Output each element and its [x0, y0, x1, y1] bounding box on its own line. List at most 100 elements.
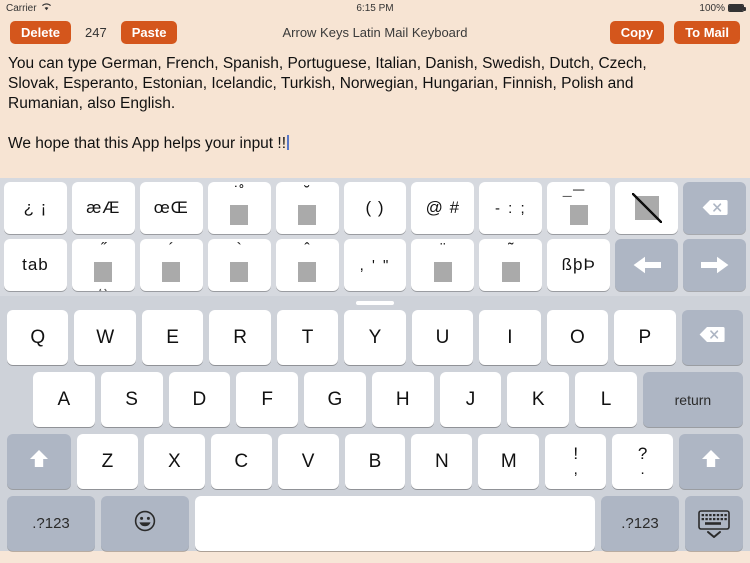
- accent-row-1: ¿ ¡ æÆ œŒ ˙˚ ˘ ( ) @ # - : ; ¯ ¯: [4, 182, 746, 234]
- system-keyboard: Q W E R T Y U I O P A S D F G H J K Lreturn Z X C V B N M!,?. .…: [0, 296, 750, 551]
- key-diaeresis[interactable]: ¨: [411, 239, 475, 291]
- key-backspace[interactable]: [683, 182, 746, 234]
- key-q[interactable]: Q: [7, 310, 69, 365]
- key-c[interactable]: C: [210, 434, 272, 489]
- key-top-label: ?: [637, 444, 648, 463]
- key-macron-glyph: ¯ ¯: [563, 188, 594, 225]
- key-numbers-left[interactable]: .?123: [7, 496, 95, 551]
- key-p[interactable]: P: [614, 310, 676, 365]
- to-mail-button[interactable]: To Mail: [674, 20, 740, 44]
- key-w[interactable]: W: [74, 310, 136, 365]
- key-y[interactable]: Y: [344, 310, 406, 365]
- carrier-label: Carrier: [6, 2, 37, 14]
- keyboard-drag-handle[interactable]: [0, 296, 750, 310]
- key-macron[interactable]: ¯ ¯: [547, 182, 611, 234]
- key-return[interactable]: return: [642, 372, 743, 427]
- battery-full-icon: [728, 4, 746, 12]
- key-at-hash-label: @ #: [425, 198, 461, 217]
- key-v[interactable]: V: [277, 434, 339, 489]
- key-emoji[interactable]: [101, 496, 189, 551]
- key-m[interactable]: M: [478, 434, 540, 489]
- key-bottom-label: .: [640, 461, 645, 478]
- text-input-area[interactable]: You can type German, French, Spanish, Po…: [0, 48, 750, 178]
- app-root: Carrier 6:15 PM 100% Delete 247 Paste Ar…: [0, 0, 750, 563]
- key-f[interactable]: F: [236, 372, 299, 427]
- key-shift-left[interactable]: [7, 434, 71, 489]
- key-shift-right[interactable]: [679, 434, 744, 489]
- key-ring-above-dot[interactable]: ˙˚: [207, 182, 271, 234]
- paste-button[interactable]: Paste: [120, 20, 178, 44]
- toolbar-right-group: Copy To Mail: [609, 20, 740, 44]
- key-g[interactable]: G: [304, 372, 366, 427]
- key-acute[interactable]: ´: [139, 239, 203, 291]
- key-numbers-right[interactable]: .?123: [601, 496, 679, 551]
- key-oe-ligature[interactable]: œŒ: [139, 182, 203, 234]
- key-n[interactable]: N: [411, 434, 473, 489]
- arrow-right-icon: [700, 256, 729, 274]
- key-exclamation-comma[interactable]: !,: [545, 434, 607, 489]
- key-i-label: I: [507, 326, 513, 348]
- key-ring-above-dot-glyph: ˙˚: [224, 185, 254, 225]
- key-comma-apostrophe-quote-label: , ' ": [359, 256, 391, 274]
- key-ae-ligature[interactable]: æÆ: [71, 182, 135, 234]
- key-h[interactable]: H: [371, 372, 434, 427]
- key-space[interactable]: [195, 496, 595, 551]
- key-tilde[interactable]: ˜: [479, 239, 543, 291]
- key-t[interactable]: T: [276, 310, 339, 365]
- key-stroke-slash[interactable]: [615, 182, 679, 234]
- key-question-period[interactable]: ?.: [612, 434, 674, 489]
- key-dash-colon-semicolon-label: - : ;: [494, 199, 527, 217]
- diacritic-mark: ¯: [573, 188, 585, 210]
- key-e-label: E: [166, 326, 179, 348]
- key-k[interactable]: K: [507, 372, 570, 427]
- backspace-icon: [699, 326, 725, 349]
- text-line-4-wrap: We hope that this App helps your input !…: [8, 134, 742, 154]
- key-eszett-thorn[interactable]: ßþÞ: [547, 239, 611, 291]
- key-breve[interactable]: ˘: [275, 182, 339, 234]
- key-l[interactable]: L: [575, 372, 637, 427]
- key-inverted-punctuation[interactable]: ¿ ¡: [4, 182, 67, 234]
- key-parentheses[interactable]: ( ): [343, 182, 407, 234]
- key-circumflex[interactable]: ˆ: [275, 239, 339, 291]
- key-tab-label: tab: [22, 255, 49, 274]
- key-x[interactable]: X: [143, 434, 205, 489]
- key-s[interactable]: S: [100, 372, 163, 427]
- placeholder-box: [433, 262, 452, 282]
- key-double-acute-ogonek-glyph: ˝ ˛¸: [88, 242, 118, 291]
- key-z[interactable]: Z: [77, 434, 138, 489]
- key-grave[interactable]: `: [207, 239, 271, 291]
- key-top-label: !: [573, 444, 579, 463]
- key-l-label: L: [600, 388, 612, 410]
- key-a[interactable]: A: [33, 372, 95, 427]
- key-hide-keyboard[interactable]: [685, 496, 743, 551]
- key-d[interactable]: D: [168, 372, 231, 427]
- key-b[interactable]: B: [344, 434, 406, 489]
- key-dash-colon-semicolon[interactable]: - : ;: [479, 182, 543, 234]
- shift-icon: [28, 448, 50, 476]
- key-double-acute-ogonek[interactable]: ˝ ˛¸: [71, 239, 135, 291]
- key-r-label: R: [233, 326, 247, 348]
- stroke-slash-glyph: [631, 193, 662, 223]
- key-tab[interactable]: tab: [4, 239, 67, 291]
- key-c-label: C: [234, 450, 249, 472]
- key-j[interactable]: J: [439, 372, 502, 427]
- key-arrow-right[interactable]: [683, 239, 746, 291]
- key-o[interactable]: O: [546, 310, 609, 365]
- key-e[interactable]: E: [141, 310, 204, 365]
- key-a-label: A: [57, 388, 71, 410]
- diacritic-mark: ´: [168, 241, 174, 258]
- key-grave-glyph: `: [224, 242, 254, 282]
- key-u[interactable]: U: [411, 310, 474, 365]
- delete-button[interactable]: Delete: [10, 20, 72, 44]
- key-eszett-thorn-label: ßþÞ: [561, 255, 596, 274]
- text-line-2: Slovak, Esperanto, Estonian, Icelandic, …: [8, 75, 634, 92]
- hide-keyboard-icon: [697, 509, 731, 539]
- key-i[interactable]: I: [479, 310, 541, 365]
- key-at-hash[interactable]: @ #: [411, 182, 475, 234]
- key-r[interactable]: R: [209, 310, 271, 365]
- key-backspace[interactable]: [681, 310, 743, 365]
- key-m-label: M: [500, 450, 517, 472]
- copy-button[interactable]: Copy: [609, 20, 665, 44]
- key-comma-apostrophe-quote[interactable]: , ' ": [343, 239, 407, 291]
- key-arrow-left[interactable]: [615, 239, 679, 291]
